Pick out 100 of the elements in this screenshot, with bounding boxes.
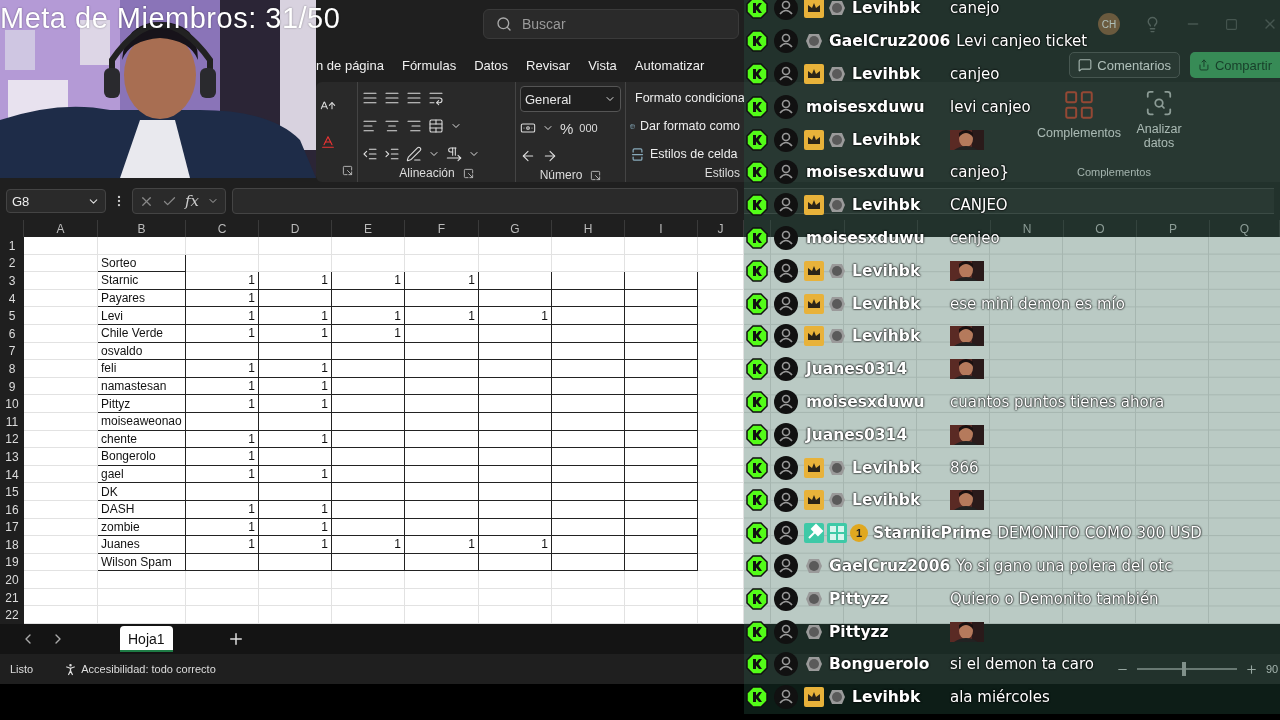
ribbon-tab[interactable]: n de página [316, 57, 384, 73]
account-avatar[interactable]: CH [1098, 13, 1120, 35]
align-center-icon[interactable] [384, 118, 400, 134]
name-box[interactable]: G8 [6, 189, 106, 213]
table-cell: 1 [186, 360, 259, 378]
styles-button[interactable]: Dar formato como [630, 114, 740, 138]
ribbon-tab[interactable]: Automatizar [634, 57, 705, 73]
column-header[interactable]: E [332, 220, 405, 237]
chat-username: Pittyzz [829, 589, 889, 608]
chat-username: Levihbk [852, 65, 921, 83]
dialog-launcher-icon[interactable] [342, 164, 353, 176]
sheet-tab[interactable]: Hoja1 [120, 626, 173, 653]
zoom-slider-thumb[interactable] [1182, 662, 1186, 677]
accessibility-status[interactable]: Accesibilidad: todo correcto [81, 663, 216, 676]
table-cell: 1 [332, 272, 405, 290]
decimal-increase-icon[interactable] [520, 148, 536, 164]
avatar-icon [774, 29, 798, 54]
avatar-icon [774, 62, 798, 86]
styles-button[interactable]: Estilos de celda [630, 142, 740, 166]
table-cell: feli [98, 360, 186, 378]
zoom-in-icon[interactable] [1245, 662, 1258, 676]
chat-username: Levihbk [852, 196, 921, 215]
table-cell: 1 [405, 536, 479, 554]
column-header[interactable]: A [24, 220, 98, 237]
avatar-icon [774, 521, 798, 546]
table-cell: DK [98, 483, 186, 501]
column-header[interactable]: F [405, 220, 479, 237]
currency-icon[interactable] [520, 120, 536, 136]
align-right-icon[interactable] [406, 118, 422, 134]
bottom-align-icon[interactable] [406, 90, 422, 106]
table-cell: 1 [405, 272, 479, 290]
row-number: 18 [0, 536, 24, 554]
chat-username: Pittyzz [829, 622, 889, 641]
dialog-launcher-icon[interactable] [590, 169, 602, 181]
chat-username: StarniicPrime [873, 524, 992, 543]
table-cell: 1 [259, 360, 332, 378]
chat-text: si el demon ta caro [950, 655, 1095, 674]
number-format-select[interactable]: General [520, 86, 621, 112]
chat-text: cuantos puntos tienes ahora [950, 392, 1165, 411]
column-header[interactable]: O [1095, 221, 1105, 236]
chat-username: Levihbk [852, 294, 921, 313]
table-cell: 1 [479, 536, 552, 554]
chat-text: Yo si gano una polera del otc [956, 556, 1173, 575]
column-header[interactable]: H [552, 220, 625, 237]
table-cell: 1 [259, 395, 332, 413]
table-cell [698, 448, 744, 466]
top-align-icon[interactable] [362, 90, 378, 106]
insert-function-button[interactable]: fx [185, 192, 199, 210]
column-header[interactable]: P [1169, 221, 1177, 236]
group-label: Complementos [1077, 166, 1151, 178]
column-header[interactable]: C [186, 220, 259, 237]
column-header[interactable]: N [1022, 221, 1032, 236]
thousands-button[interactable]: 000 [579, 122, 598, 134]
decimal-decrease-icon[interactable] [542, 148, 558, 164]
indent-increase-icon[interactable] [384, 146, 400, 162]
font-color-icon[interactable] [320, 134, 336, 150]
percent-button[interactable]: % [560, 119, 574, 137]
avatar-icon [774, 389, 798, 414]
formula-field[interactable] [232, 188, 738, 214]
merge-cells-icon[interactable] [428, 118, 444, 134]
column-header[interactable]: Q [1239, 221, 1250, 236]
crown-badge-icon [804, 195, 824, 216]
align-left-icon[interactable] [362, 118, 378, 134]
crown-badge-icon [804, 687, 824, 708]
avatar-icon [774, 94, 798, 119]
text-direction-icon[interactable] [446, 146, 462, 162]
row-number: 1 [0, 237, 24, 255]
ribbon-tab[interactable]: Vista [588, 57, 617, 73]
column-header[interactable]: I [625, 220, 698, 237]
chat-text: canejo [950, 0, 1000, 18]
chat-text: ala miércoles [950, 688, 1050, 707]
crown-badge-icon [804, 293, 824, 314]
wrap-text-icon[interactable] [428, 90, 444, 106]
search-field[interactable]: Buscar [483, 9, 739, 39]
row-number: 15 [0, 483, 24, 501]
middle-align-icon[interactable] [384, 90, 400, 106]
ribbon-tab[interactable]: Revisar [526, 57, 571, 73]
data-search-icon [1144, 88, 1174, 118]
add-ins-button[interactable]: Complementos [1034, 82, 1124, 162]
comments-button[interactable]: Comentarios [1069, 52, 1180, 78]
avatar-icon [774, 258, 798, 283]
ribbon-tab[interactable]: Fórmulas [401, 57, 457, 73]
column-header[interactable]: D [259, 220, 332, 237]
table-cell: Starnic [98, 272, 186, 290]
dialog-launcher-icon[interactable] [462, 167, 474, 179]
chat-username: Juanes0314 [806, 360, 908, 379]
row-number: 20 [0, 571, 24, 589]
table-cell: 1 [186, 448, 259, 466]
chat-text: levi canjeo [950, 97, 1031, 116]
column-header[interactable]: B [98, 220, 186, 237]
indent-decrease-icon[interactable] [362, 146, 378, 162]
analyze-data-button[interactable]: Analizar datos [1124, 82, 1194, 162]
table-cell [698, 606, 744, 625]
chat-username: moisesxduwu [806, 392, 925, 411]
table-cell [698, 272, 744, 290]
column-header[interactable]: J [698, 220, 744, 237]
column-header[interactable]: G [479, 220, 552, 237]
chat-text: DEMONITO COMO 300 USD [997, 524, 1202, 543]
ribbon-tab[interactable]: Datos [474, 57, 509, 73]
orientation-icon[interactable] [406, 146, 422, 162]
